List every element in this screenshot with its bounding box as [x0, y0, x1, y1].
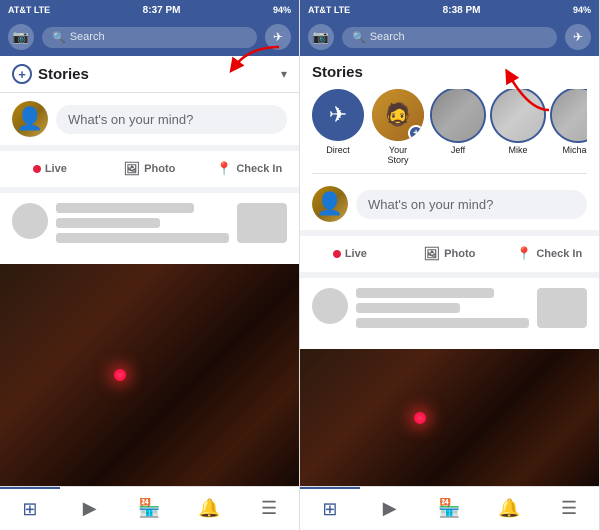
feed-text-1a-left — [56, 203, 194, 213]
search-placeholder-right: Search — [370, 31, 405, 43]
post-box-left[interactable]: 👤 What's on your mind? — [0, 93, 299, 151]
feed-avatar-1-left — [12, 203, 48, 239]
story-item-jeff[interactable]: Jeff — [432, 89, 484, 155]
camera-icon[interactable]: 📷 — [8, 24, 34, 50]
battery-right: 94% — [573, 5, 591, 15]
nav-menu-right[interactable]: ☰ — [539, 487, 599, 530]
right-phone-panel: AT&T LTE 8:38 PM 94% 📷 🔍 Search ✈ Storie… — [300, 0, 600, 530]
time-right: 8:38 PM — [443, 5, 481, 16]
arrow-annotation-left — [229, 42, 289, 87]
left-phone-panel: AT&T LTE 8:37 PM 94% 📷 🔍 Search ✈ + Stor… — [0, 0, 300, 530]
story-label-michael: Michael — [562, 145, 587, 155]
status-right-right: 94% — [573, 5, 591, 15]
search-icon-right: 🔍 — [352, 31, 366, 44]
messenger-icon-right[interactable]: ✈ — [565, 24, 591, 50]
camera-icon-right[interactable]: 📷 — [308, 24, 334, 50]
story-avatar-your-story: 🧔 + — [372, 89, 424, 141]
bottom-nav-right: ⊞ ▶ 🏪 🔔 ☰ — [300, 486, 599, 530]
status-left-right: AT&T LTE — [308, 5, 350, 15]
story-label-mike: Mike — [508, 145, 527, 155]
nav-marketplace-right[interactable]: 🏪 — [420, 487, 480, 530]
feed-item-1-left — [0, 193, 299, 258]
post-box-right[interactable]: 👤 What's on your mind? — [300, 178, 599, 236]
search-box-left[interactable]: 🔍 Search — [42, 27, 257, 48]
carrier-left: AT&T LTE — [8, 5, 50, 15]
face-avatar-left: 👤 — [12, 101, 48, 137]
add-stories-icon[interactable]: + — [12, 64, 32, 84]
user-avatar-left: 👤 — [12, 101, 48, 137]
search-icon-left: 🔍 — [52, 31, 66, 44]
story-avatar-direct: ✈ — [312, 89, 364, 141]
action-row-left: Live 🖼 Photo 📍 Check In — [0, 151, 299, 193]
checkin-label-right: Check In — [536, 248, 582, 260]
face-avatar-right: 👤 — [312, 186, 348, 222]
story-avatar-jeff — [432, 89, 484, 141]
nav-menu-left[interactable]: ☰ — [239, 487, 299, 530]
feed-item-1-right — [300, 278, 599, 343]
battery-left: 94% — [273, 5, 291, 15]
checkin-icon-right: 📍 — [516, 246, 532, 262]
bottom-image-right — [300, 349, 599, 486]
feed-text-1c-left — [56, 233, 229, 243]
status-left: AT&T LTE — [8, 5, 50, 15]
time-left: 8:37 PM — [143, 5, 181, 16]
feed-thumb-1-left — [237, 203, 287, 243]
feed-text-1a-right — [356, 288, 494, 298]
action-row-right: Live 🖼 Photo 📍 Check In — [300, 236, 599, 278]
status-bar-left: AT&T LTE 8:37 PM 94% — [0, 0, 299, 20]
checkin-button-right[interactable]: 📍 Check In — [499, 240, 599, 268]
live-dot-left — [33, 165, 41, 173]
feed-thumb-1-right — [537, 288, 587, 328]
stories-header-left: + Stories — [12, 64, 89, 84]
search-placeholder-left: Search — [70, 31, 105, 43]
live-label-left: Live — [45, 163, 67, 175]
story-item-your-story[interactable]: 🧔 + YourStory — [372, 89, 424, 165]
nav-bell-left[interactable]: 🔔 — [179, 487, 239, 530]
story-label-your-story: YourStory — [387, 145, 408, 165]
nav-bell-right[interactable]: 🔔 — [479, 487, 539, 530]
feed-text-1b-left — [56, 218, 160, 228]
checkin-button-left[interactable]: 📍 Check In — [199, 155, 299, 183]
arrow-annotation-right — [489, 65, 559, 120]
feed-avatar-1-right — [312, 288, 348, 324]
bottom-image-left — [0, 264, 299, 486]
bottom-nav-left: ⊞ ▶ 🏪 🔔 ☰ — [0, 486, 299, 530]
photo-label-left: Photo — [144, 163, 175, 175]
nav-video-left[interactable]: ▶ — [60, 487, 120, 530]
search-box-right[interactable]: 🔍 Search — [342, 27, 557, 48]
direct-send-icon: ✈ — [329, 102, 347, 128]
photo-icon-left: 🖼 — [124, 161, 141, 177]
status-bar-right: AT&T LTE 8:38 PM 94% — [300, 0, 599, 20]
live-button-left[interactable]: Live — [0, 157, 100, 181]
live-dot-right — [333, 250, 341, 258]
live-label-right: Live — [345, 248, 367, 260]
checkin-icon-left: 📍 — [216, 161, 232, 177]
add-story-badge: + — [408, 125, 424, 141]
photo-button-right[interactable]: 🖼 Photo — [400, 240, 500, 268]
story-label-jeff: Jeff — [451, 145, 465, 155]
feed-text-1b-right — [356, 303, 460, 313]
story-item-direct[interactable]: ✈ Direct — [312, 89, 364, 155]
what-on-mind-left[interactable]: What's on your mind? — [56, 105, 287, 134]
photo-button-left[interactable]: 🖼 Photo — [100, 155, 200, 183]
nav-home-right[interactable]: ⊞ — [300, 487, 360, 530]
nav-home-left[interactable]: ⊞ — [0, 487, 60, 530]
status-right-left: 94% — [273, 5, 291, 15]
stories-title-left: Stories — [38, 66, 89, 83]
user-avatar-right: 👤 — [312, 186, 348, 222]
carrier-right: AT&T LTE — [308, 5, 350, 15]
nav-marketplace-left[interactable]: 🏪 — [120, 487, 180, 530]
live-button-right[interactable]: Live — [300, 242, 400, 266]
feed-content-1-left — [56, 203, 229, 248]
feed-text-1c-right — [356, 318, 529, 328]
what-on-mind-right[interactable]: What's on your mind? — [356, 190, 587, 219]
photo-label-right: Photo — [444, 248, 475, 260]
checkin-label-left: Check In — [236, 163, 282, 175]
feed-content-1-right — [356, 288, 529, 333]
jeff-face — [432, 89, 484, 141]
photo-icon-right: 🖼 — [424, 246, 441, 262]
search-bar-right: 📷 🔍 Search ✈ — [300, 20, 599, 56]
nav-video-right[interactable]: ▶ — [360, 487, 420, 530]
story-label-direct: Direct — [326, 145, 350, 155]
